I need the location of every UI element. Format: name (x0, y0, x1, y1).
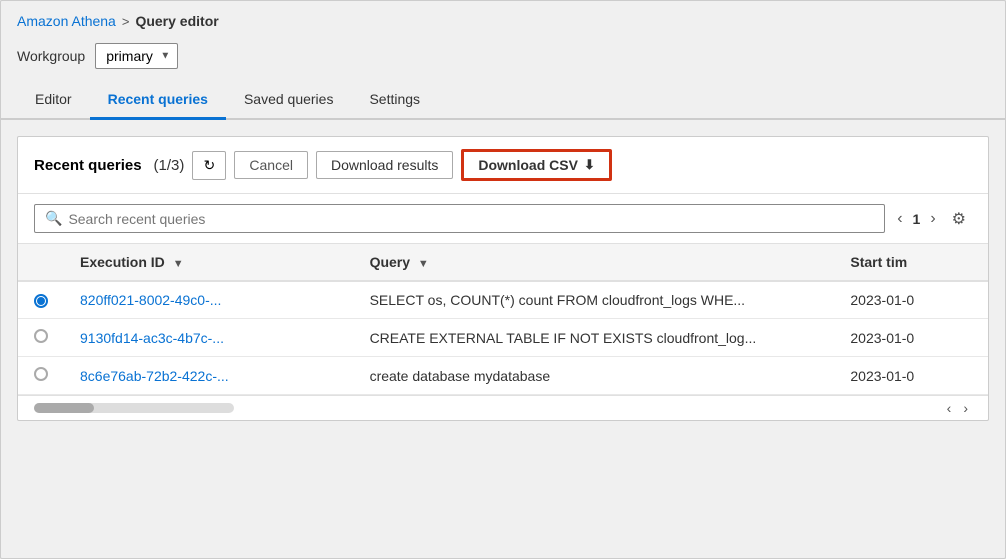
scrollbar-row: ‹ › (18, 395, 988, 420)
row-query-3: create database mydatabase (354, 357, 835, 395)
breadcrumb: Amazon Athena > Query editor (1, 1, 1005, 37)
panel-header: Recent queries (1/3) ↻ Cancel Download r… (18, 137, 988, 194)
workgroup-wrapper: primary (95, 43, 178, 69)
row-execution-id-1: 820ff021-8002-49c0-... (64, 281, 354, 319)
horizontal-scrollbar[interactable] (34, 403, 234, 413)
row-query-2: CREATE EXTERNAL TABLE IF NOT EXISTS clou… (354, 319, 835, 357)
breadcrumb-link-athena[interactable]: Amazon Athena (17, 13, 116, 29)
table-row: 9130fd14-ac3c-4b7c-... CREATE EXTERNAL T… (18, 319, 988, 357)
download-csv-label: Download CSV (478, 157, 578, 173)
workgroup-select[interactable]: primary (95, 43, 178, 69)
execution-id-link-1[interactable]: 820ff021-8002-49c0-... (80, 292, 221, 308)
app-window: Amazon Athena > Query editor Workgroup p… (0, 0, 1006, 559)
table-header-row: Execution ID ▼ Query ▼ Start tim (18, 244, 988, 281)
row-select-2[interactable] (18, 319, 64, 357)
row-execution-id-2: 9130fd14-ac3c-4b7c-... (64, 319, 354, 357)
pagination-controls: ‹ 1 › ⚙ (893, 207, 972, 231)
pagination-page: 1 (913, 211, 921, 227)
table-wrapper: Execution ID ▼ Query ▼ Start tim (18, 244, 988, 395)
cancel-button[interactable]: Cancel (234, 151, 308, 179)
col-header-select (18, 244, 64, 281)
refresh-button[interactable]: ↻ (192, 151, 226, 180)
tab-recent-queries[interactable]: Recent queries (90, 81, 226, 120)
settings-gear-button[interactable]: ⚙ (946, 207, 972, 231)
radio-selected-1[interactable] (34, 294, 48, 308)
tab-settings[interactable]: Settings (351, 81, 438, 120)
results-table: Execution ID ▼ Query ▼ Start tim (18, 244, 988, 395)
download-csv-button[interactable]: Download CSV ⬇︎ (461, 149, 611, 181)
row-execution-id-3: 8c6e76ab-72b2-422c-... (64, 357, 354, 395)
table-row: 820ff021-8002-49c0-... SELECT os, COUNT(… (18, 281, 988, 319)
workgroup-row: Workgroup primary (1, 37, 1005, 81)
pagination-prev-button[interactable]: ‹ (893, 208, 906, 230)
search-icon: 🔍 (45, 210, 62, 227)
content-area: Recent queries (1/3) ↻ Cancel Download r… (17, 136, 989, 421)
row-select-1[interactable] (18, 281, 64, 319)
panel-title: Recent queries (34, 157, 142, 174)
table-row: 8c6e76ab-72b2-422c-... create database m… (18, 357, 988, 395)
radio-3[interactable] (34, 367, 48, 381)
scroll-left-arrow[interactable]: ‹ (943, 400, 956, 416)
row-start-time-1: 2023-01-0 (834, 281, 988, 319)
col-header-execution-id: Execution ID ▼ (64, 244, 354, 281)
search-input-wrapper: 🔍 (34, 204, 885, 233)
search-row: 🔍 ‹ 1 › ⚙ (18, 194, 988, 244)
row-select-3[interactable] (18, 357, 64, 395)
breadcrumb-separator: > (122, 14, 130, 29)
row-query-1: SELECT os, COUNT(*) count FROM cloudfron… (354, 281, 835, 319)
col-header-start-time: Start tim (834, 244, 988, 281)
pagination-next-button[interactable]: › (926, 208, 939, 230)
sort-icon-execution-id: ▼ (173, 258, 184, 270)
sort-icon-query: ▼ (418, 258, 429, 270)
tab-editor[interactable]: Editor (17, 81, 90, 120)
execution-id-link-3[interactable]: 8c6e76ab-72b2-422c-... (80, 368, 229, 384)
download-csv-icon: ⬇︎ (584, 157, 595, 173)
panel-count: (1/3) (154, 157, 185, 174)
radio-2[interactable] (34, 329, 48, 343)
search-input[interactable] (68, 211, 874, 227)
scroll-nav: ‹ › (943, 400, 972, 416)
breadcrumb-current: Query editor (135, 13, 218, 29)
scrollbar-thumb[interactable] (34, 403, 94, 413)
tabs-bar: Editor Recent queries Saved queries Sett… (1, 81, 1005, 120)
tab-saved-queries[interactable]: Saved queries (226, 81, 352, 120)
row-start-time-3: 2023-01-0 (834, 357, 988, 395)
workgroup-label: Workgroup (17, 48, 85, 64)
execution-id-link-2[interactable]: 9130fd14-ac3c-4b7c-... (80, 330, 224, 346)
col-header-query: Query ▼ (354, 244, 835, 281)
download-results-button[interactable]: Download results (316, 151, 453, 179)
row-start-time-2: 2023-01-0 (834, 319, 988, 357)
scroll-right-arrow[interactable]: › (959, 400, 972, 416)
